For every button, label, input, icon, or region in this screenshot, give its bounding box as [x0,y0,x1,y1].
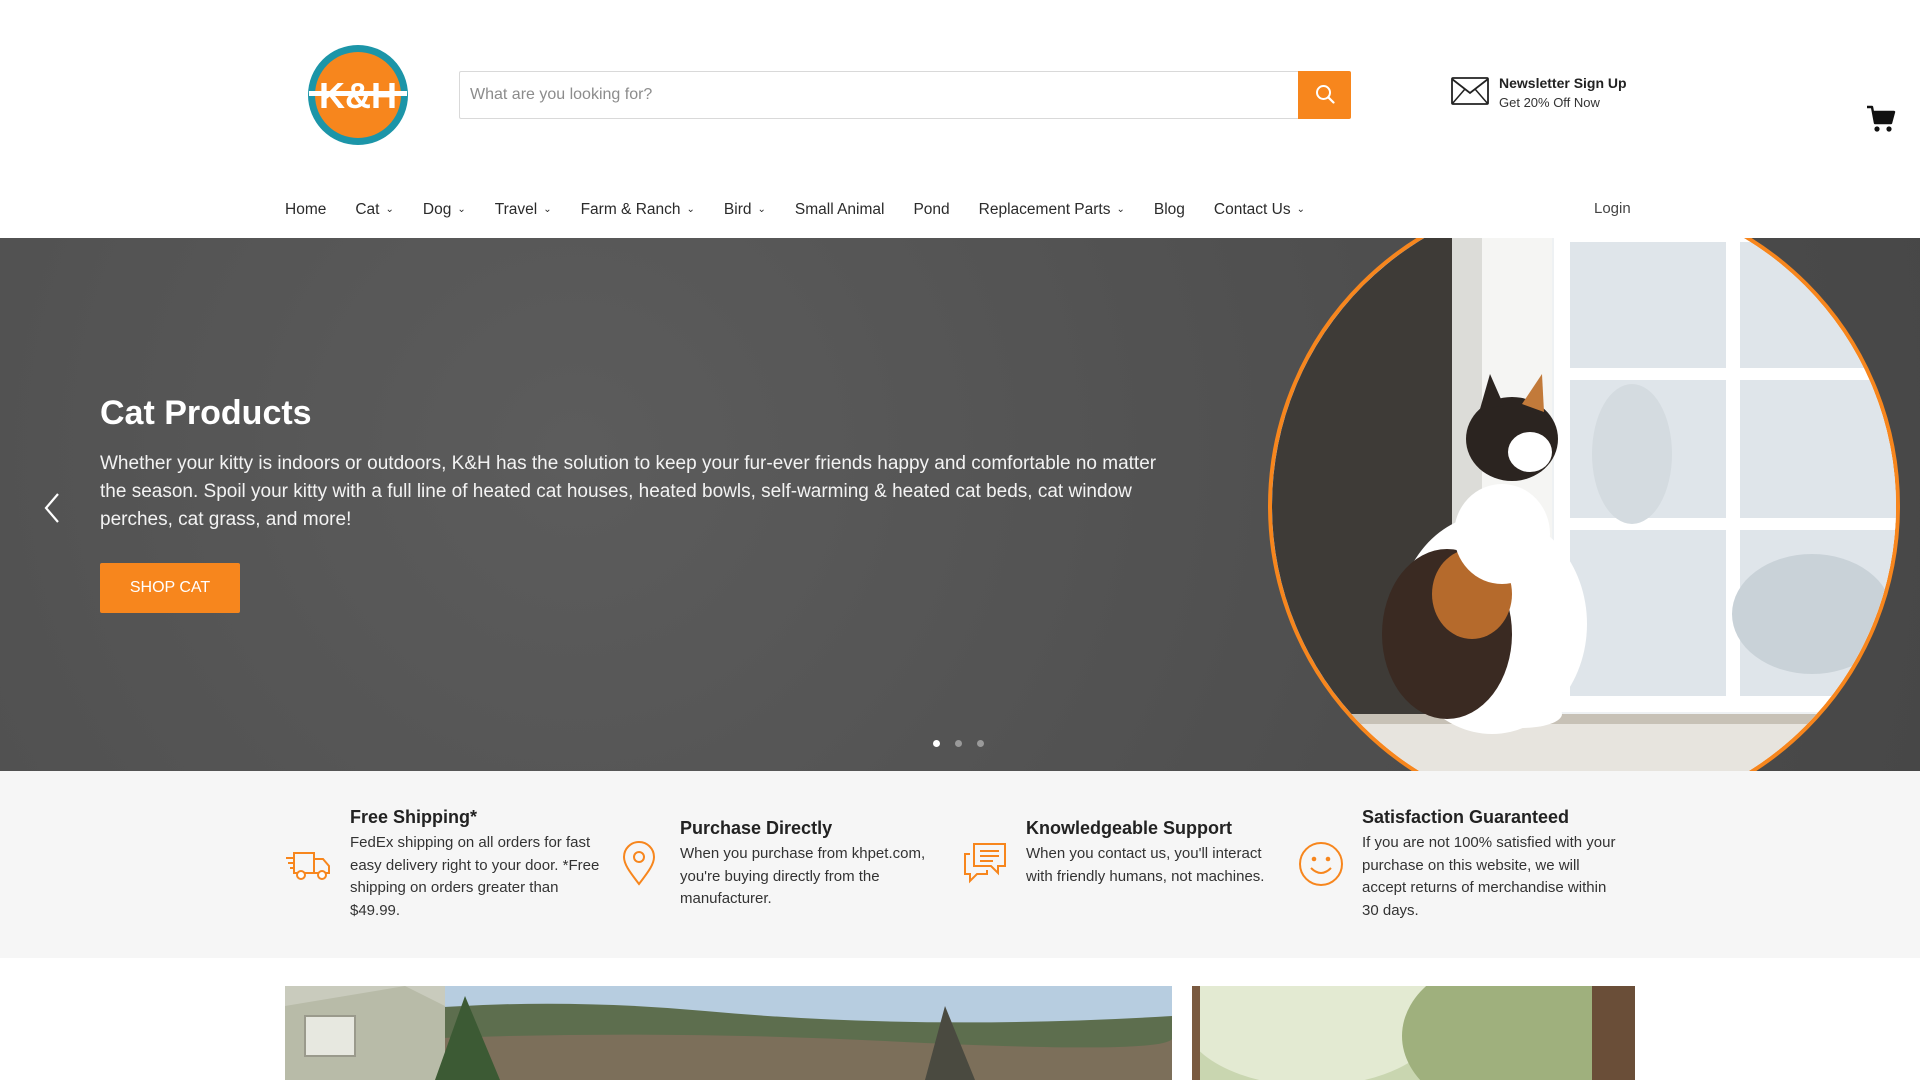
chevron-left-icon [40,493,64,532]
chevron-down-icon: ⌄ [1296,204,1305,215]
slider-dots [933,740,999,747]
nav-item-label: Replacement Parts [978,201,1111,218]
feature-purchase-directly: Purchase Directly When you purchase from… [614,818,950,911]
promo-image-garden[interactable] [1192,986,1635,1080]
nav-item-label: Cat [355,201,380,218]
nav-item-label: Contact Us [1213,201,1291,218]
feature-description: When you purchase from khpet.com, you're… [680,845,926,907]
nav-item-label: Small Animal [794,201,885,218]
hero-description: Whether your kitty is indoors or outdoor… [100,453,1157,530]
chevron-down-icon: ⌄ [543,204,552,215]
hero-title: Cat Products [100,394,312,432]
nav-item-pond[interactable]: Pond [913,201,949,219]
feature-description: FedEx shipping on all orders for fast ea… [350,834,600,919]
hero-cat-window-image [1268,238,1900,771]
nav-item-label: Travel [494,201,538,218]
cart-button[interactable] [1866,104,1896,134]
nav-item-label: Bird [723,201,752,218]
feature-free-shipping: Free Shipping* FedEx shipping on all ord… [284,807,610,922]
search-button[interactable] [1298,71,1351,119]
slider-prev-arrow[interactable] [40,488,64,528]
shop-cat-button[interactable]: SHOP CAT [100,563,240,613]
feature-title: Purchase Directly [680,818,833,838]
feature-description: When you contact us, you'll interact wit… [1026,845,1265,885]
delivery-truck-icon [284,839,334,889]
nav-item-dog[interactable]: Dog ⌄ [423,201,466,219]
slider-dot-3[interactable] [977,740,984,747]
nav-item-label: Farm & Ranch [580,201,681,218]
main-nav: Home Cat ⌄ Dog ⌄ Travel ⌄ Farm & Ranch ⌄ Bir… [285,196,1334,224]
nav-item-small-animal[interactable]: Small Animal [795,201,885,219]
nav-item-travel[interactable]: Travel ⌄ [495,201,552,219]
nav-item-label: Blog [1153,201,1185,218]
kh-logo[interactable]: K&H [305,42,411,148]
search-bar [459,71,1351,119]
nav-item-bird[interactable]: Bird ⌄ [724,201,766,219]
feature-description: If you are not 100% satisfied with your … [1362,834,1616,919]
nav-item-home[interactable]: Home [285,201,326,219]
feature-title: Knowledgeable Support [1026,818,1233,838]
nav-item-label: Home [285,201,327,218]
site-header: K&H Newsletter Sign Up Get 20% Off Now H… [0,0,1920,238]
features-bar: Free Shipping* FedEx shipping on all ord… [0,771,1920,958]
logo-text: K&H [319,75,397,116]
envelope-icon [1451,76,1489,110]
nav-item-farm-ranch[interactable]: Farm & Ranch ⌄ [581,201,695,219]
search-input[interactable] [459,71,1298,119]
chevron-down-icon: ⌄ [1116,204,1125,215]
chevron-down-icon: ⌄ [686,204,695,215]
feature-knowledgeable-support: Knowledgeable Support When you contact u… [960,818,1291,888]
cart-icon [1866,105,1896,138]
location-pin-icon [614,838,664,888]
nav-item-replacement-parts[interactable]: Replacement Parts ⌄ [979,201,1125,219]
slider-dot-2[interactable] [955,740,962,747]
feature-title: Satisfaction Guaranteed [1362,807,1570,827]
nav-item-label: Pond [913,201,950,218]
chevron-down-icon: ⌄ [757,204,766,215]
newsletter-subtitle: Get 20% Off Now [1499,95,1600,110]
promo-image-landscape[interactable] [285,986,1172,1080]
newsletter-signup[interactable]: Newsletter Sign Up Get 20% Off Now [1451,74,1627,112]
feature-title: Free Shipping* [350,807,478,827]
chat-bubbles-icon [960,838,1010,888]
nav-item-cat[interactable]: Cat ⌄ [355,201,394,219]
feature-satisfaction-guaranteed: Satisfaction Guaranteed If you are not 1… [1296,807,1620,922]
nav-item-label: Dog [422,201,452,218]
chevron-down-icon: ⌄ [457,204,466,215]
newsletter-title: Newsletter Sign Up [1499,75,1627,91]
nav-item-contact-us[interactable]: Contact Us ⌄ [1214,201,1305,219]
hero-slider: Cat Products Whether your kitty is indoo… [0,238,1920,771]
nav-item-blog[interactable]: Blog [1154,201,1185,219]
slider-dot-1[interactable] [933,740,940,747]
chevron-down-icon: ⌄ [385,204,394,215]
search-icon [1315,84,1335,107]
smiley-face-icon [1296,839,1346,889]
login-link[interactable]: Login [1594,200,1631,217]
